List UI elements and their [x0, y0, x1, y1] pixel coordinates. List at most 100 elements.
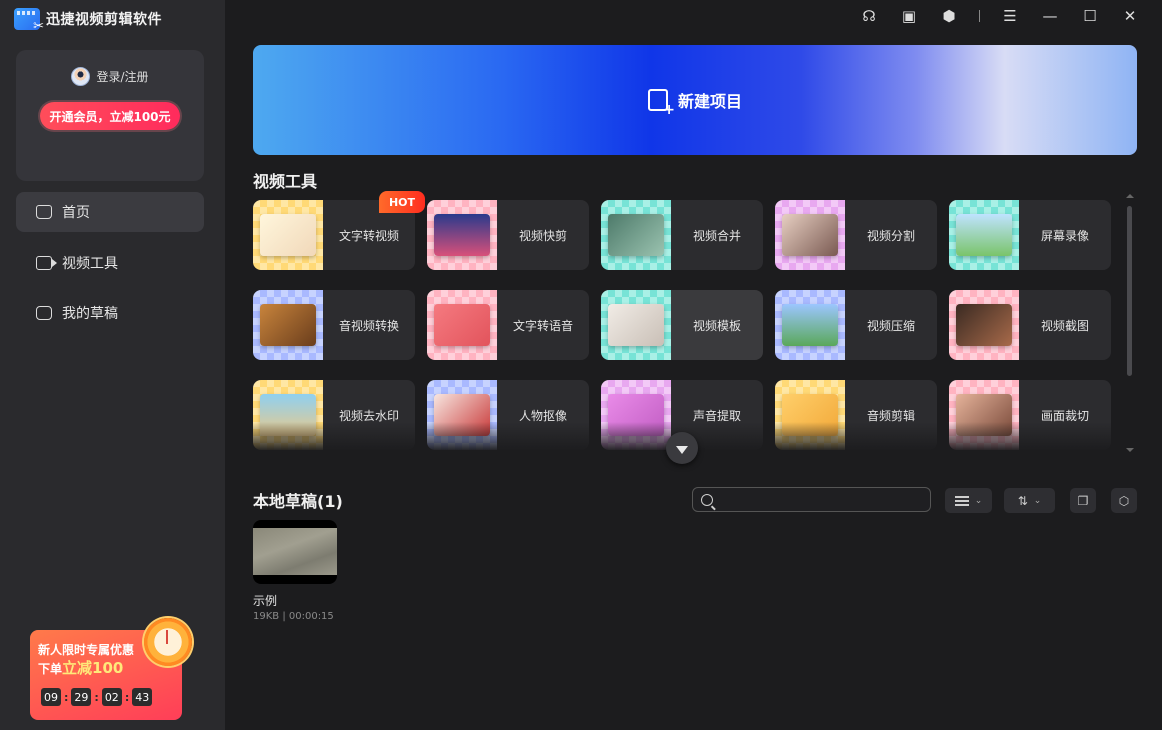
avatar: [71, 67, 91, 86]
tool-audio-edit[interactable]: 音频剪辑: [775, 380, 937, 450]
nav-label: 视频工具: [62, 256, 118, 272]
tool-label: 视频分割: [866, 228, 915, 243]
nav-item-drafts[interactable]: 我的草稿: [16, 293, 204, 333]
tool-label: 视频去水印: [338, 408, 399, 423]
tool-remove-watermark[interactable]: 视频去水印: [253, 380, 415, 450]
video-camera-icon: [36, 256, 57, 270]
expand-tools-button[interactable]: [666, 432, 698, 464]
scroll-thumb[interactable]: [1127, 206, 1132, 376]
tool-text-to-speech[interactable]: 文字转语音: [427, 290, 589, 360]
chevron-down-icon: ⌄: [1033, 495, 1042, 506]
divider: [979, 10, 980, 22]
templates-thumb: [601, 290, 671, 360]
draft-name[interactable]: 示例: [253, 592, 277, 609]
multi-select-button[interactable]: ❐: [1070, 488, 1096, 513]
new-document-icon: [647, 89, 675, 118]
monitor-play-thumb: [949, 200, 1019, 270]
tool-screenshot[interactable]: 视频截图: [949, 290, 1111, 360]
home-icon: [36, 205, 52, 219]
tool-screen-record[interactable]: 屏幕录像: [949, 200, 1111, 270]
draft-meta: 19KB | 00:00:15: [253, 611, 334, 622]
hot-badge: HOT: [379, 191, 425, 213]
screenshot-thumb: [949, 290, 1019, 360]
timer-hours: 29: [71, 688, 92, 706]
music-note-thumb: [601, 380, 671, 450]
split-grid-thumb: [775, 200, 845, 270]
sidebar: ✂ 迅捷视频剪辑软件 登录/注册 开通会员，立减100元 首页 视频工具 我的草…: [0, 0, 225, 730]
tool-label: 画面裁切: [1040, 408, 1089, 423]
vip-button[interactable]: 开通会员，立减100元: [40, 102, 180, 130]
clapper-scissors-icon: ✂: [14, 8, 44, 34]
text-to-video-thumb: [253, 200, 323, 270]
draft-search: [692, 487, 931, 512]
tools-scrollbar[interactable]: [1126, 194, 1134, 452]
new-project-banner[interactable]: 新建项目: [253, 45, 1137, 155]
alarm-clock-icon: [144, 618, 192, 666]
search-icon: [701, 493, 713, 506]
tool-split[interactable]: 视频分割: [775, 200, 937, 270]
tool-label: 视频模板: [692, 318, 741, 333]
close-icon[interactable]: ✕: [1110, 6, 1150, 26]
tool-label: 文字转视频: [338, 228, 399, 243]
multi-select-icon: ❐: [1077, 493, 1089, 508]
promo-subtitle: 下单立减100: [38, 659, 124, 677]
store-icon[interactable]: ▣: [889, 6, 929, 26]
draft-thumbnail[interactable]: [253, 520, 337, 584]
tool-cutout[interactable]: 人物抠像: [427, 380, 589, 450]
app-logo: ✂ 迅捷视频剪辑软件: [14, 8, 162, 34]
tool-label: 文字转语音: [512, 318, 573, 333]
drafts-heading: 本地草稿(1): [253, 492, 343, 511]
new-project-label: 新建项目: [677, 92, 742, 111]
login-link[interactable]: 登录/注册: [16, 67, 204, 86]
tool-label: 屏幕录像: [1040, 228, 1089, 243]
tool-merge[interactable]: 视频合并: [601, 200, 763, 270]
settings-button[interactable]: ⬡: [1111, 488, 1137, 513]
crop-thumb: [949, 380, 1019, 450]
tool-label: 视频截图: [1040, 318, 1089, 333]
view-mode-button[interactable]: ⌄: [945, 488, 992, 513]
nav-item-video-tools[interactable]: 视频工具: [16, 243, 204, 283]
nav-item-home[interactable]: 首页: [16, 192, 204, 232]
chevron-down-icon: ⌄: [974, 495, 983, 506]
hexagon-settings-icon: ⬡: [1118, 493, 1130, 508]
video-tools-heading: 视频工具: [253, 172, 318, 191]
tool-quick-cut[interactable]: 视频快剪: [427, 200, 589, 270]
package-icon[interactable]: ⬢: [929, 6, 969, 26]
nav-label: 首页: [62, 205, 90, 221]
promo-card[interactable]: 新人限时专属优惠 下单立减100 09: 29: 02: 43: [30, 618, 192, 720]
tool-label: 音频剪辑: [866, 408, 915, 423]
timer-minutes: 02: [101, 688, 122, 706]
tool-label: 声音提取: [692, 408, 741, 423]
tool-label: 音视频转换: [338, 318, 399, 333]
menu-icon[interactable]: ☰: [990, 6, 1030, 26]
tool-compress[interactable]: 视频压缩: [775, 290, 937, 360]
maximize-icon[interactable]: ☐: [1070, 6, 1110, 26]
merge-thumb: [601, 200, 671, 270]
scroll-up-icon[interactable]: [1126, 194, 1134, 198]
tool-av-convert[interactable]: 音视频转换: [253, 290, 415, 360]
promo-title: 新人限时专属优惠: [38, 643, 135, 657]
search-input[interactable]: [719, 492, 919, 507]
timer-days: 09: [41, 688, 61, 706]
waveform-thumb: [427, 290, 497, 360]
countdown-timer: 09: 29: 02: 43: [41, 688, 153, 706]
tool-label: 视频压缩: [866, 318, 915, 333]
tool-label: 视频快剪: [518, 228, 567, 243]
tool-crop[interactable]: 画面裁切: [949, 380, 1111, 450]
tools-grid: 文字转视频 视频快剪 视频合并 视频分割 屏幕录像 音视频转换 文字转语音 视频…: [253, 200, 1113, 450]
timer-seconds: 43: [132, 688, 153, 706]
window-controls: ☊ ▣ ⬢ ☰ — ☐ ✕: [849, 6, 1150, 26]
scroll-down-icon[interactable]: [1126, 448, 1134, 452]
nav-label: 我的草稿: [62, 306, 118, 322]
av-convert-thumb: [253, 290, 323, 360]
minimize-icon[interactable]: —: [1030, 6, 1070, 26]
tool-label: 人物抠像: [518, 408, 567, 423]
watermark-thumb: [253, 380, 323, 450]
sort-button[interactable]: ⇅ ⌄: [1004, 488, 1055, 513]
compress-thumb: [775, 290, 845, 360]
support-headset-icon[interactable]: ☊: [849, 6, 889, 26]
drafts-icon: [36, 306, 52, 320]
tool-templates[interactable]: 视频模板: [601, 290, 763, 360]
login-label: 登录/注册: [96, 70, 149, 84]
cutout-thumb: [427, 380, 497, 450]
